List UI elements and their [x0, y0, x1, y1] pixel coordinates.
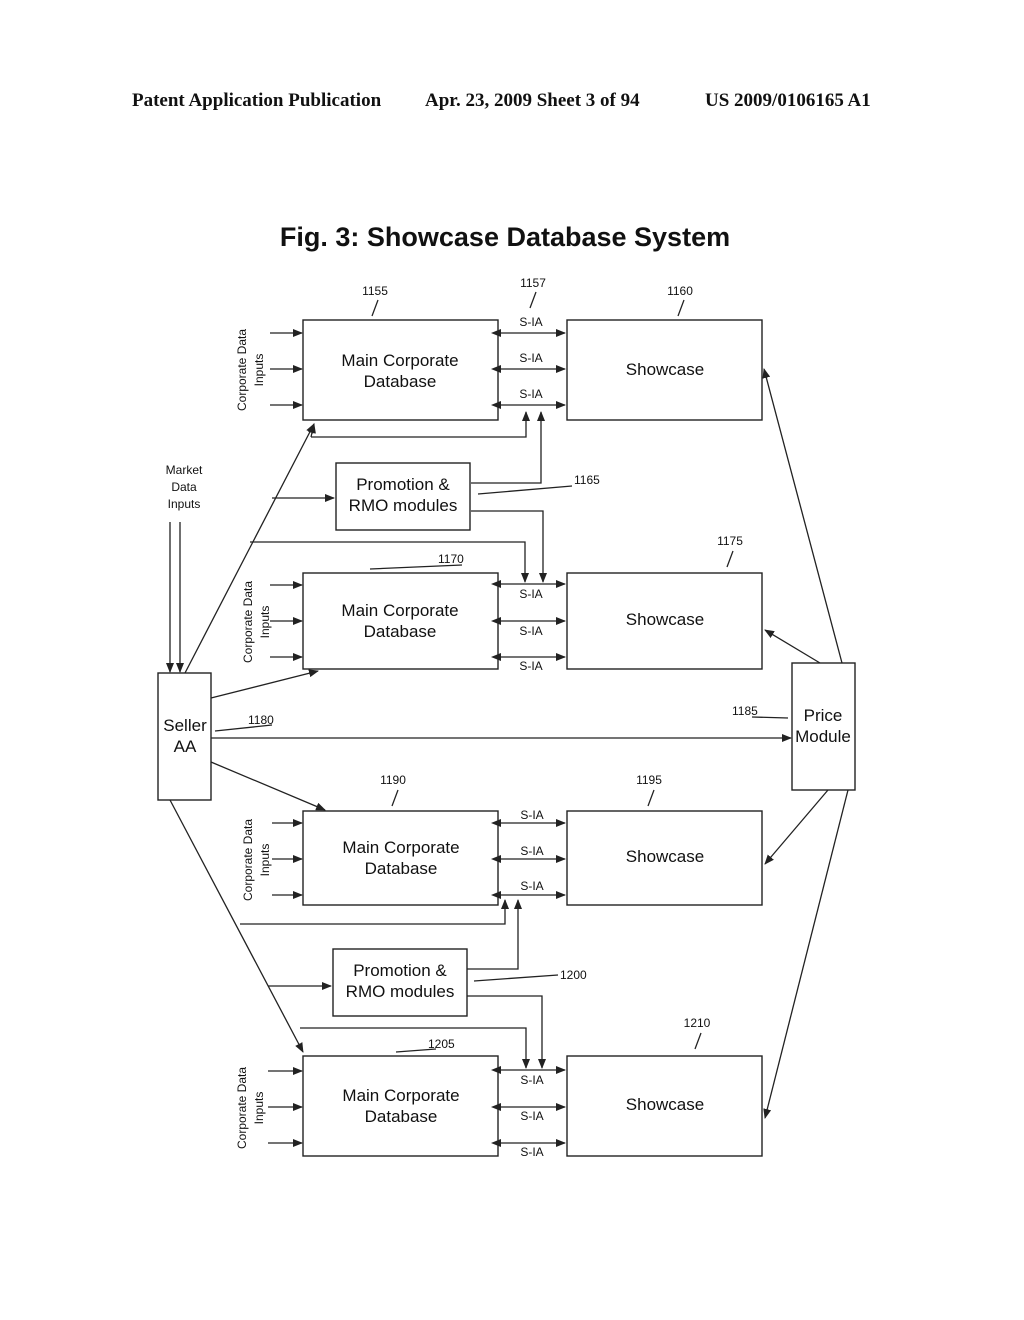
market-inputs-label: Market — [166, 463, 203, 477]
main-db-label-line1: Main Corporate — [341, 601, 458, 620]
ref-1190: 1190 — [380, 773, 406, 787]
main-db-label-line2: Database — [365, 859, 438, 878]
ref-1160: 1160 — [667, 284, 693, 298]
main-db-label-line1: Main Corporate — [342, 838, 459, 857]
seller-label: AA — [174, 737, 197, 756]
ref-1175: 1175 — [717, 534, 743, 548]
sia-label: S-IA — [519, 387, 542, 401]
main-db-label-line2: Database — [365, 1107, 438, 1126]
sia-label: S-IA — [519, 315, 542, 329]
corporate-inputs-label: Corporate Data — [235, 329, 249, 411]
corporate-inputs-label: Inputs — [258, 844, 272, 877]
row-1: Main Corporate Database Showcase 1155 11… — [235, 276, 763, 421]
sia-label: S-IA — [519, 351, 542, 365]
promo-label: RMO modules — [349, 496, 458, 515]
showcase-label: Showcase — [626, 610, 704, 629]
promo-label: Promotion & — [353, 961, 447, 980]
corporate-inputs-label: Corporate Data — [241, 581, 255, 663]
ref-1195: 1195 — [636, 773, 662, 787]
sia-label: S-IA — [519, 587, 542, 601]
sia-label: S-IA — [520, 808, 543, 822]
sia-label: S-IA — [519, 624, 542, 638]
main-db-label-line2: Database — [364, 622, 437, 641]
market-inputs-label: Inputs — [168, 497, 201, 511]
ref-1157: 1157 — [520, 276, 546, 290]
corporate-inputs-label: Corporate Data — [235, 1067, 249, 1149]
ref-1165: 1165 — [574, 473, 600, 487]
corporate-inputs-label: Inputs — [258, 606, 272, 639]
main-db-box-1190 — [302, 810, 499, 906]
sia-label: S-IA — [520, 1109, 543, 1123]
showcase-label: Showcase — [626, 847, 704, 866]
main-db-label-line1: Main Corporate — [342, 1086, 459, 1105]
sia-label: S-IA — [520, 879, 543, 893]
corporate-inputs-label: Corporate Data — [241, 819, 255, 901]
promo-label: Promotion & — [356, 475, 450, 494]
main-db-box-1155 — [302, 319, 499, 421]
corporate-inputs-label: Inputs — [252, 354, 266, 387]
sia-label: S-IA — [520, 1145, 543, 1159]
showcase-label: Showcase — [626, 1095, 704, 1114]
promo-label: RMO modules — [346, 982, 455, 1001]
showcase-label: Showcase — [626, 360, 704, 379]
ref-1155: 1155 — [362, 284, 388, 298]
ref-1200: 1200 — [560, 968, 587, 982]
price-label: Price — [804, 706, 843, 725]
ref-1170: 1170 — [438, 552, 464, 566]
price-label: Module — [795, 727, 851, 746]
sia-label: S-IA — [520, 844, 543, 858]
main-db-label-line1: Main Corporate — [341, 351, 458, 370]
main-db-box-1205 — [302, 1055, 499, 1157]
sia-label: S-IA — [519, 659, 542, 673]
ref-1210: 1210 — [684, 1016, 711, 1030]
sia-label: S-IA — [520, 1073, 543, 1087]
market-inputs-label: Data — [171, 480, 197, 494]
corporate-inputs-label: Inputs — [252, 1092, 266, 1125]
main-db-label-line2: Database — [364, 372, 437, 391]
seller-label: Seller — [163, 716, 207, 735]
main-db-box-1170 — [302, 572, 499, 670]
diagram: Main Corporate Database Showcase 1155 11… — [157, 276, 856, 1159]
ref-1185: 1185 — [732, 704, 758, 718]
